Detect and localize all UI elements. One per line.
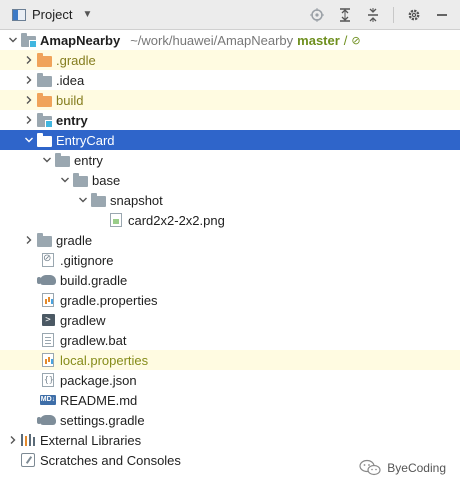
project-view-icon — [12, 8, 26, 21]
tree-node-label: README.md — [60, 392, 138, 408]
folder-icon — [90, 192, 106, 208]
tree-node-external-libraries[interactable]: External Libraries — [0, 430, 460, 450]
json-file-icon — [40, 372, 56, 388]
tree-node-readme[interactable]: MD↓ README.md — [0, 390, 460, 410]
excluded-folder-icon — [36, 92, 52, 108]
chevron-right-icon[interactable] — [22, 50, 36, 70]
tree-node-label: snapshot — [110, 192, 163, 208]
tree-node-build[interactable]: build — [0, 90, 460, 110]
tree-node-gitignore[interactable]: .gitignore — [0, 250, 460, 270]
gradle-elephant-icon — [37, 272, 56, 288]
locate-icon[interactable] — [309, 7, 325, 23]
libraries-icon — [20, 432, 36, 448]
tree-node-label: gradlew — [60, 312, 106, 328]
text-file-icon — [40, 332, 56, 348]
tree-node-label: External Libraries — [40, 432, 142, 448]
tree-node-label: EntryCard — [56, 132, 115, 148]
tree-node-gradle[interactable]: gradle — [0, 230, 460, 250]
folder-icon — [36, 72, 52, 88]
tree-node-label: entry — [74, 152, 103, 168]
expand-all-icon[interactable] — [337, 7, 353, 23]
folder-icon — [72, 172, 88, 188]
toolbar-separator — [393, 6, 394, 23]
toolbar-actions — [309, 6, 450, 23]
gear-icon[interactable] — [406, 7, 422, 23]
tree-node-label: .gitignore — [60, 252, 114, 268]
properties-file-icon — [40, 292, 56, 308]
tree-node-label: gradle — [56, 232, 93, 248]
project-view-title[interactable]: Project — [32, 7, 72, 22]
chevron-down-icon[interactable] — [76, 190, 90, 210]
tree-node-gradlew-bat[interactable]: gradlew.bat — [0, 330, 460, 350]
watermark: ByeCoding — [359, 459, 446, 477]
tree-node-label: Scratches and Consoles — [40, 452, 181, 468]
tree-node-label: settings.gradle — [60, 412, 145, 428]
branch-status-icon: ⊘ — [351, 34, 361, 47]
tree-node-root[interactable]: AmapNearby ~/work/huawei/AmapNearby mast… — [0, 30, 460, 50]
caret-down-icon[interactable]: ▼ — [82, 9, 92, 20]
tree-node-label: build — [56, 92, 84, 108]
tree-node-label: .idea — [56, 72, 85, 88]
root-project-path: ~/work/huawei/AmapNearby — [130, 32, 294, 48]
tree-node-settings-gradle[interactable]: settings.gradle — [0, 410, 460, 430]
chevron-right-icon[interactable] — [22, 70, 36, 90]
folder-icon — [54, 152, 70, 168]
tree-node-label: card2x2-2x2.png — [128, 212, 225, 228]
tree-node-gradle-properties[interactable]: gradle.properties — [0, 290, 460, 310]
chevron-right-icon[interactable] — [22, 90, 36, 110]
tree-node-gradlew[interactable]: > gradlew — [0, 310, 460, 330]
tree-node-label: build.gradle — [60, 272, 128, 288]
chevron-down-icon[interactable] — [6, 30, 20, 50]
tree-node-snapshot[interactable]: snapshot — [0, 190, 460, 210]
tree-node-label: base — [92, 172, 121, 188]
tree-node-label: package.json — [60, 372, 137, 388]
tree-node-label: .gradle — [56, 52, 96, 68]
tree-node-base[interactable]: base — [0, 170, 460, 190]
git-branch: master — [297, 32, 340, 48]
tree-node-label: gradle.properties — [60, 292, 158, 308]
folder-icon — [36, 132, 52, 148]
tree-node-label: entry — [56, 112, 88, 128]
collapse-all-icon[interactable] — [365, 7, 381, 23]
tree-node-entrycard[interactable]: EntryCard — [0, 130, 460, 150]
module-folder-icon — [20, 32, 37, 48]
tree-node-label: gradlew.bat — [60, 332, 127, 348]
tree-node-entry[interactable]: entry — [0, 110, 460, 130]
tree-node-idea[interactable]: .idea — [0, 70, 460, 90]
tree-node-package-json[interactable]: package.json — [0, 370, 460, 390]
excluded-folder-icon — [36, 52, 52, 68]
properties-file-icon — [40, 352, 56, 368]
tree-node-entrycard-entry[interactable]: entry — [0, 150, 460, 170]
wechat-icon — [359, 459, 381, 477]
hide-icon[interactable] — [434, 7, 450, 23]
tree-node-gradle-hidden[interactable]: .gradle — [0, 50, 460, 70]
tree-node-build-gradle[interactable]: build.gradle — [0, 270, 460, 290]
chevron-right-icon[interactable] — [6, 430, 20, 450]
tree-node-label: local.properties — [60, 352, 149, 368]
git-branch-separator: / — [343, 32, 348, 48]
chevron-down-icon[interactable] — [40, 150, 54, 170]
watermark-text: ByeCoding — [387, 461, 446, 475]
markdown-file-icon: MD↓ — [40, 395, 56, 405]
image-file-icon — [108, 212, 124, 228]
chevron-right-icon[interactable] — [22, 230, 36, 250]
chevron-right-icon[interactable] — [22, 110, 36, 130]
project-tree: AmapNearby ~/work/huawei/AmapNearby mast… — [0, 30, 460, 470]
scratches-icon — [20, 452, 36, 468]
terminal-file-icon: > — [40, 312, 56, 328]
module-folder-icon — [36, 112, 53, 128]
gradle-elephant-icon — [37, 412, 56, 428]
folder-icon — [36, 232, 52, 248]
project-toolbar: Project ▼ — [0, 0, 460, 30]
ignore-file-icon — [40, 252, 56, 268]
tree-node-local-properties[interactable]: local.properties — [0, 350, 460, 370]
chevron-down-icon[interactable] — [58, 170, 72, 190]
chevron-down-icon[interactable] — [22, 130, 36, 150]
tree-node-png[interactable]: card2x2-2x2.png — [0, 210, 460, 230]
root-project-name: AmapNearby — [40, 32, 121, 48]
